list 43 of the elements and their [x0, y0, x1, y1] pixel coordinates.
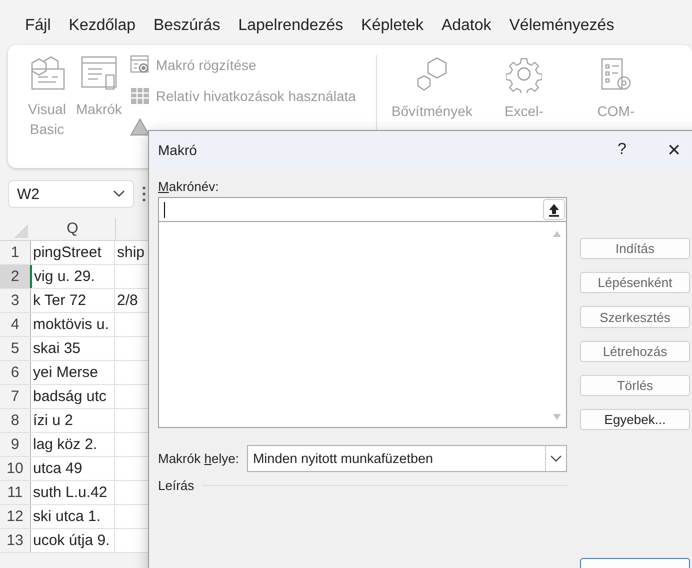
- menu-tab[interactable]: Beszúrás: [154, 17, 220, 41]
- table-cell: yei Merse: [30, 361, 115, 384]
- field-label: Makrónév:: [158, 179, 220, 194]
- table-cell: vig u. 29.: [30, 265, 115, 288]
- record-icon: [130, 55, 150, 75]
- menu-tab[interactable]: Adatok: [441, 17, 492, 41]
- input-field[interactable]: [158, 197, 567, 222]
- dialog-title: Makró: [158, 142, 198, 158]
- table-cell: utca 49: [30, 457, 115, 480]
- column-header[interactable]: Q: [30, 218, 116, 240]
- location-dropdown[interactable]: Minden nyitott munkafüzetben: [246, 445, 567, 472]
- name-box[interactable]: W2: [8, 180, 134, 208]
- table-cell: badság utc: [30, 385, 115, 408]
- scroll-down-icon[interactable]: [552, 413, 562, 421]
- more-icon[interactable]: [142, 186, 146, 202]
- chevron-down-icon: [113, 190, 125, 198]
- menu-tab[interactable]: Kezdőlap: [68, 17, 136, 41]
- row-header[interactable]: 2: [0, 265, 30, 288]
- section-label: Leírás: [158, 478, 194, 493]
- menu-tab[interactable]: Képletek: [361, 17, 424, 41]
- help-button[interactable]: ?: [607, 136, 637, 164]
- table-cell: ski utca 1.: [30, 505, 115, 528]
- menu-tab[interactable]: Lapelrendezés: [238, 17, 344, 41]
- menu-tab[interactable]: Véleményezés: [509, 17, 614, 41]
- chevron-down-icon: [550, 454, 562, 462]
- close-button[interactable]: ×: [659, 136, 689, 164]
- dialog-button[interactable]: Egyebek...: [580, 409, 690, 430]
- table-cell: k Ter 72: [30, 289, 115, 312]
- upload-button[interactable]: [543, 199, 565, 220]
- table-cell: pingStreet: [30, 241, 115, 264]
- gear-icon: [506, 57, 542, 93]
- table-cell: skai 35: [30, 337, 115, 360]
- menu-tab[interactable]: Fájl: [25, 17, 51, 41]
- table-cell: moktövis u.: [30, 313, 115, 336]
- document-list-icon: [80, 55, 118, 91]
- field-label: Makrók helye:: [158, 451, 239, 466]
- arrow-up-icon: [548, 202, 560, 216]
- table-cell: ízi u 2: [30, 409, 115, 432]
- table-cell: lag köz 2.: [30, 433, 115, 456]
- table-cell: suth L.u.42: [30, 481, 115, 504]
- table-cell: ucok útja 9.: [30, 529, 115, 552]
- grid-icon: [130, 87, 150, 105]
- scroll-up-icon[interactable]: [552, 230, 562, 238]
